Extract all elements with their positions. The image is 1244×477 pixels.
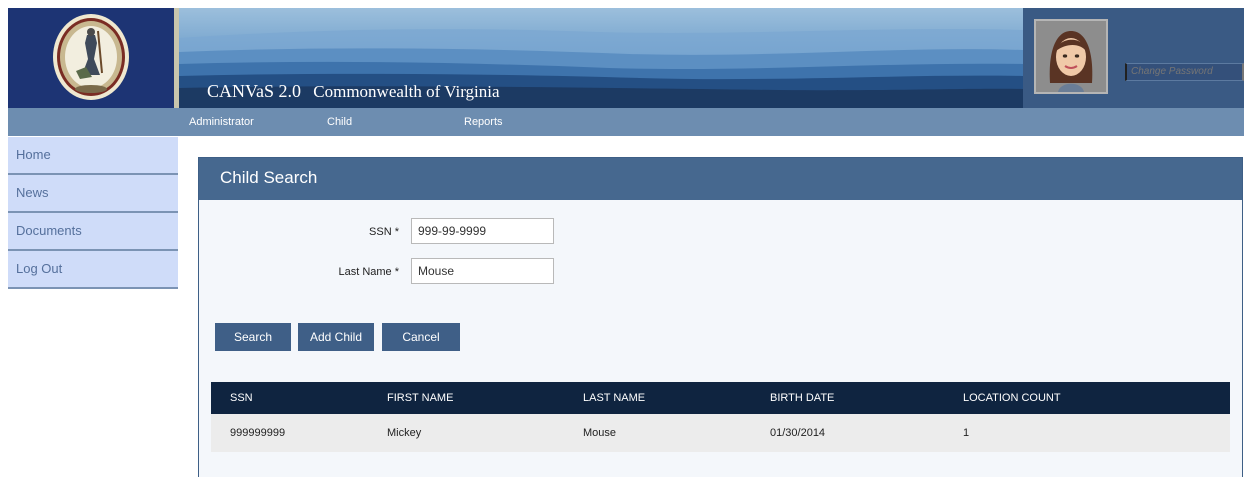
ssn-label: SSN * xyxy=(369,226,399,238)
sidebar-item-documents[interactable]: Documents xyxy=(8,213,178,251)
panel-title: Child Search xyxy=(199,158,1242,200)
cell-first-name: Mickey xyxy=(387,427,422,439)
app-subtitle: Commonwealth of Virginia xyxy=(313,82,500,101)
last-name-input[interactable] xyxy=(411,258,554,284)
banner: CANVaS 2.0 Commonwealth of Virginia xyxy=(179,8,1023,108)
last-name-label: Last Name * xyxy=(338,266,399,278)
search-button[interactable]: Search xyxy=(215,323,291,351)
change-password-field[interactable] xyxy=(1125,63,1244,81)
app-name: CANVaS 2.0 xyxy=(207,81,302,101)
add-child-button[interactable]: Add Child xyxy=(298,323,374,351)
sidebar-item-log-out[interactable]: Log Out xyxy=(8,251,178,289)
sidebar: Home News Documents Log Out xyxy=(8,137,178,289)
seal-panel xyxy=(8,8,174,108)
app-title: CANVaS 2.0 Commonwealth of Virginia xyxy=(207,81,500,102)
cell-last-name: Mouse xyxy=(583,427,617,439)
user-avatar[interactable] xyxy=(1034,19,1108,94)
table-row[interactable]: 999999999 Mickey Mouse 01/30/2014 1 xyxy=(211,414,1230,452)
nav-item-administrator[interactable]: Administrator xyxy=(189,108,254,136)
column-header-location-count[interactable]: LOCATION COUNT xyxy=(963,382,1061,414)
user-panel xyxy=(1023,8,1244,108)
cell-birth-date: 01/30/2014 xyxy=(770,427,826,439)
nav-item-child[interactable]: Child xyxy=(327,108,352,136)
column-header-birth-date[interactable]: BIRTH DATE xyxy=(770,382,834,414)
nav-item-reports[interactable]: Reports xyxy=(464,108,503,136)
cell-location-count: 1 xyxy=(963,427,970,439)
column-header-last-name[interactable]: LAST NAME xyxy=(583,382,645,414)
top-nav: Administrator Child Reports xyxy=(8,108,1244,136)
child-search-panel: Child Search SSN * Last Name * Search Ad… xyxy=(198,157,1243,477)
column-header-ssn[interactable]: SSN xyxy=(230,382,253,414)
sidebar-item-home[interactable]: Home xyxy=(8,137,178,175)
ssn-input[interactable] xyxy=(411,218,554,244)
cancel-button[interactable]: Cancel xyxy=(382,323,460,351)
sidebar-item-news[interactable]: News xyxy=(8,175,178,213)
column-header-first-name[interactable]: FIRST NAME xyxy=(387,382,453,414)
virginia-seal-logo xyxy=(53,14,129,100)
results-table: SSN FIRST NAME LAST NAME BIRTH DATE LOCA… xyxy=(211,382,1230,452)
header: CANVaS 2.0 Commonwealth of Virginia xyxy=(8,8,1244,108)
results-header: SSN FIRST NAME LAST NAME BIRTH DATE LOCA… xyxy=(211,382,1230,414)
cell-ssn: 999999999 xyxy=(230,427,286,439)
user-avatar-image xyxy=(1036,21,1106,92)
